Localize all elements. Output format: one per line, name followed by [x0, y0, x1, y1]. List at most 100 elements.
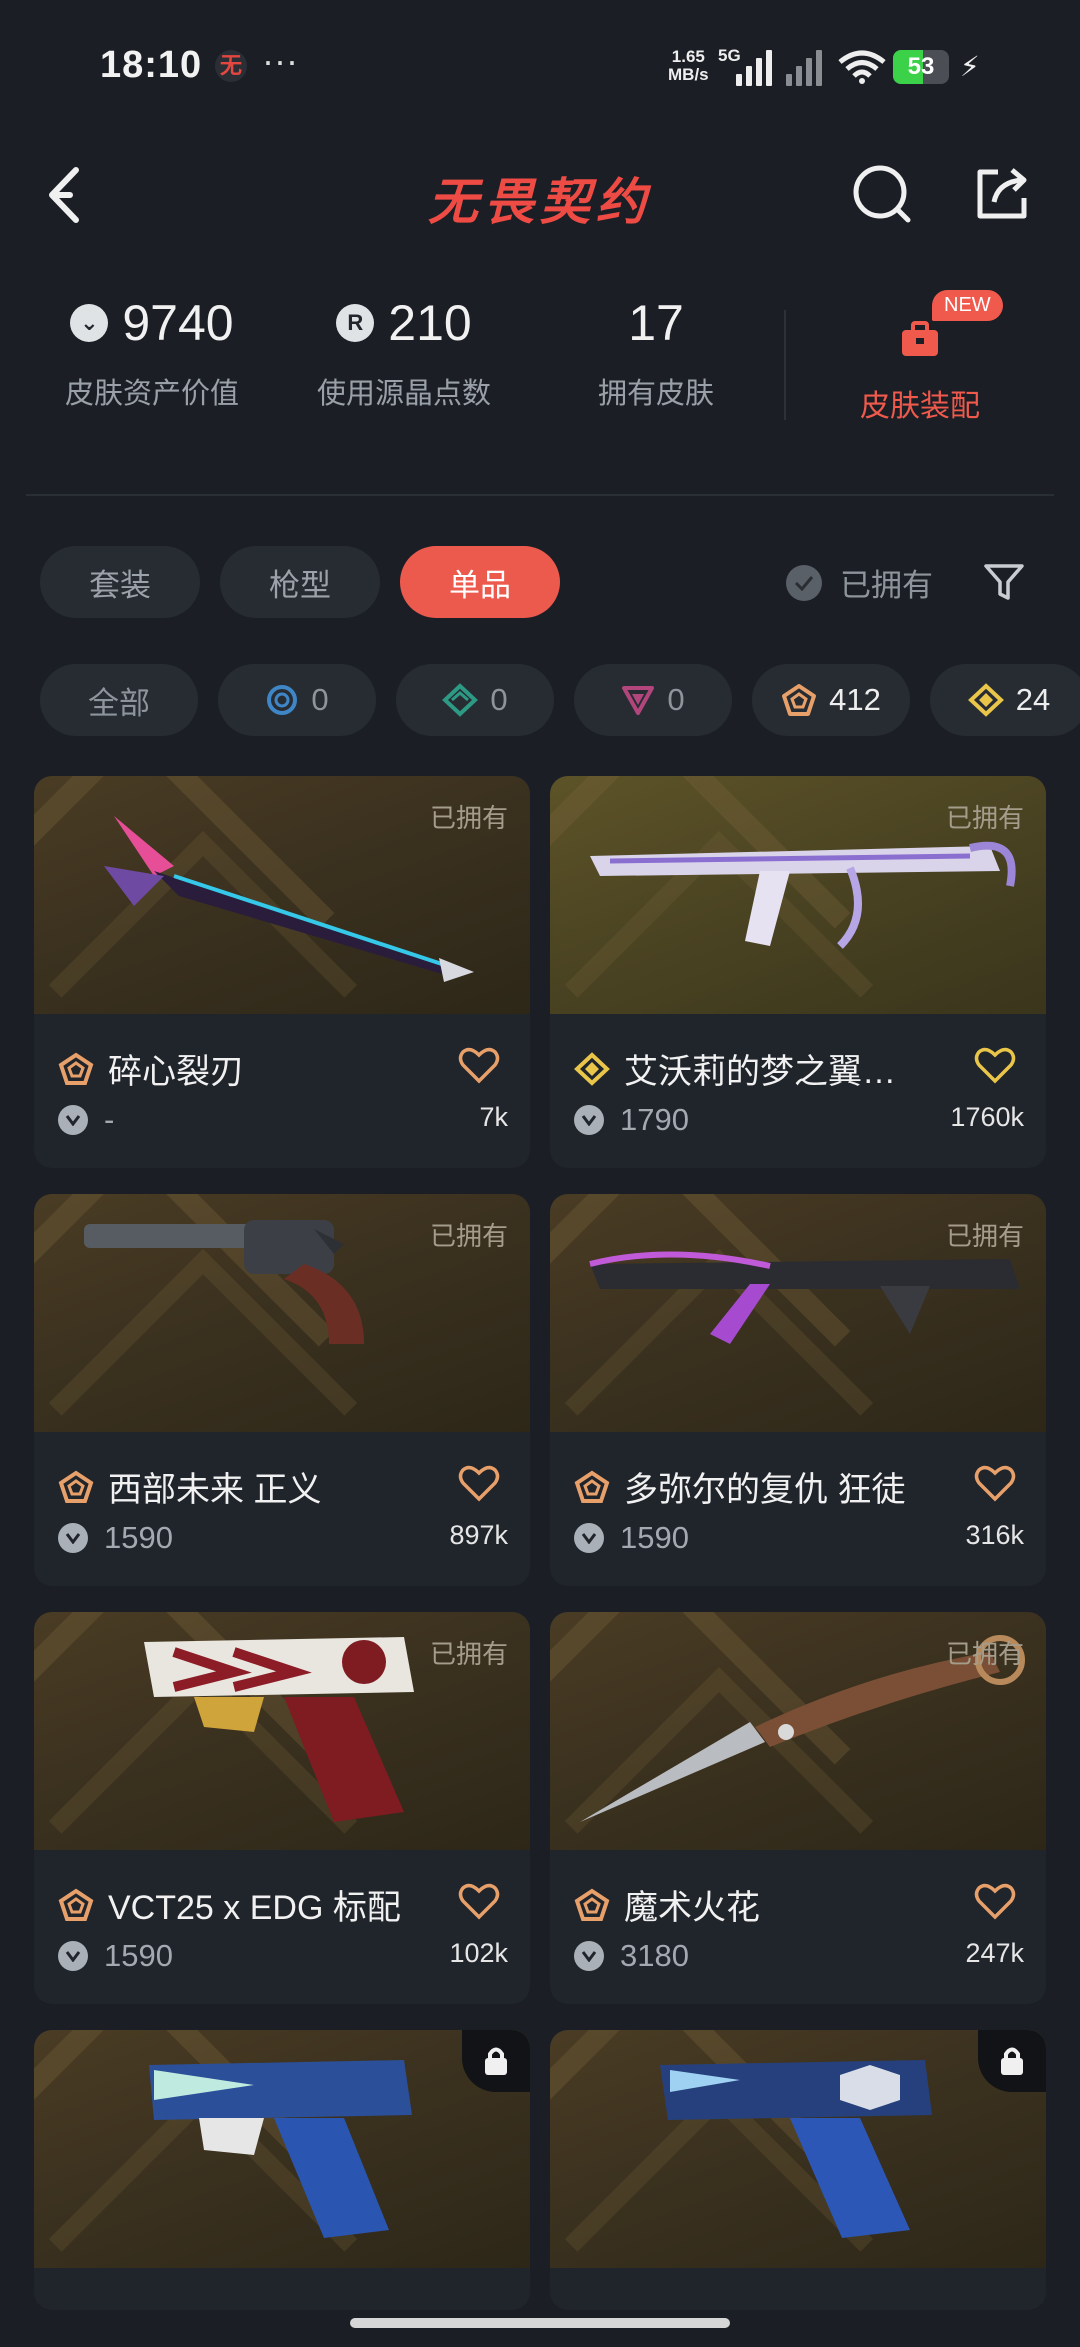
skin-image: 已拥有	[34, 1612, 530, 1850]
signal-2-icon	[786, 48, 822, 86]
vp-coin-icon	[574, 1105, 604, 1135]
ultra-tier-icon	[58, 1888, 94, 1921]
network-speed: 1.65 MB/s	[668, 47, 709, 84]
favorite-heart-icon[interactable]	[974, 1046, 1016, 1084]
charging-icon: ⚡	[960, 51, 980, 82]
status-time: 18:10	[100, 44, 203, 86]
skin-card[interactable]: 已拥有 多弥尔的复仇 狂徒 1590 316k	[550, 1194, 1046, 1586]
ultra-tier-icon	[574, 1470, 610, 1503]
search-icon[interactable]	[848, 160, 916, 228]
rarity-chip-premium[interactable]: 0	[574, 664, 732, 736]
skin-image	[550, 2030, 1046, 2268]
vp-coin-icon	[58, 1523, 88, 1553]
stat-owned-skins: 17 拥有皮肤	[597, 295, 714, 410]
skin-loadout-button[interactable]: NEW 皮肤装配	[810, 290, 1030, 425]
premium-tier-icon	[622, 686, 655, 715]
filter-icon[interactable]	[982, 560, 1026, 604]
skin-name: 碎心裂刃	[58, 1044, 478, 1093]
favorite-heart-icon[interactable]	[458, 1882, 500, 1920]
skin-likes: 316k	[965, 1520, 1024, 1550]
more-notifications-icon: ···	[262, 40, 298, 81]
section-divider	[26, 494, 1054, 496]
lock-icon	[462, 2030, 530, 2092]
deluxe-tier-icon	[442, 683, 479, 717]
skin-card[interactable]: 已拥有 碎心裂刃 - 7k	[34, 776, 530, 1168]
signal-icon	[736, 48, 772, 86]
app-header: 无畏契约	[0, 140, 1080, 250]
skin-card[interactable]: 已拥有 魔术火花 3180 247k	[550, 1612, 1046, 2004]
app-notification-icon: 无	[215, 50, 247, 82]
skin-name: 艾沃莉的梦之翼…	[574, 1044, 994, 1093]
stats-divider	[784, 310, 786, 420]
vp-coin-icon	[574, 1941, 604, 1971]
skin-price: 3180	[574, 1938, 689, 1974]
skin-likes: 7k	[479, 1102, 508, 1132]
tab-weapon-type[interactable]: 枪型	[220, 546, 380, 618]
blue-pistol-weapon-icon	[660, 2060, 932, 2238]
skin-price: 1790	[574, 1102, 689, 1138]
ultra-tier-icon	[782, 684, 817, 716]
new-badge: NEW	[932, 290, 1003, 321]
rarity-chip-all[interactable]: 全部	[40, 664, 198, 736]
category-tabs: 套装 枪型 单品	[40, 546, 560, 618]
loadout-bag-icon	[902, 321, 938, 356]
skin-name: VCT25 x EDG 标配	[58, 1880, 478, 1929]
skin-name: 魔术火花	[574, 1880, 994, 1929]
stat-asset-value: ⌄ 9740 皮肤资产价值	[64, 295, 239, 410]
favorite-heart-icon[interactable]	[458, 1464, 500, 1502]
vp-coin-icon	[58, 1941, 88, 1971]
rarity-chip-ultra[interactable]: 412	[752, 664, 910, 736]
skin-name: 多弥尔的复仇 狂徒	[574, 1462, 994, 1511]
skin-image: 已拥有	[550, 1612, 1046, 1850]
skin-card[interactable]: 已拥有 艾沃莉的梦之翼… 1790 1760k	[550, 776, 1046, 1168]
tab-bundles[interactable]: 套装	[40, 546, 200, 618]
lock-icon	[978, 2030, 1046, 2092]
favorite-heart-icon[interactable]	[458, 1046, 500, 1084]
skin-price: 1590	[58, 1938, 173, 1974]
wifi-icon	[838, 50, 886, 84]
exclusive-tier-icon	[574, 1051, 610, 1086]
skin-likes: 247k	[965, 1938, 1024, 1968]
skin-image: 已拥有	[34, 776, 530, 1014]
skin-card[interactable]: 已拥有 VCT25 x EDG 标配 1590 102k	[34, 1612, 530, 2004]
select-tier-icon	[267, 685, 298, 715]
check-circle-icon	[786, 564, 822, 601]
exclusive-tier-icon	[967, 683, 1004, 717]
skin-image: 已拥有	[550, 776, 1046, 1014]
page-title: 无畏契约	[428, 174, 652, 230]
owned-filter-toggle[interactable]: 已拥有	[786, 560, 933, 605]
tab-single-items[interactable]: 单品	[400, 546, 560, 618]
rarity-filter-row: 全部 0 0 0 412 24	[40, 664, 1080, 736]
rarity-chip-exclusive[interactable]: 24	[930, 664, 1080, 736]
skin-card[interactable]: 已拥有 西部未来 正义 1590 897k	[34, 1194, 530, 1586]
skin-name: 西部未来 正义	[58, 1462, 478, 1511]
skin-price: 1590	[574, 1520, 689, 1556]
rarity-chip-deluxe[interactable]: 0	[396, 664, 554, 736]
stat-radianite: R 210 使用源晶点数	[316, 295, 491, 410]
share-icon[interactable]	[968, 160, 1036, 228]
vp-coin-icon	[58, 1105, 88, 1135]
favorite-heart-icon[interactable]	[974, 1464, 1016, 1502]
skin-image: 已拥有	[550, 1194, 1046, 1432]
rarity-chip-select[interactable]: 0	[218, 664, 376, 736]
skin-card[interactable]	[34, 2030, 530, 2310]
favorite-heart-icon[interactable]	[974, 1882, 1016, 1920]
home-indicator[interactable]	[350, 2318, 730, 2328]
skin-image	[34, 2030, 530, 2268]
status-bar: 18:10 无 ··· 1.65 MB/s 5G 53 ⚡	[0, 0, 1080, 130]
skin-image: 已拥有	[34, 1194, 530, 1432]
battery-icon: 53	[893, 50, 949, 84]
ultra-tier-icon	[58, 1470, 94, 1503]
skin-likes: 102k	[449, 1938, 508, 1968]
skin-likes: 1760k	[950, 1102, 1024, 1132]
vp-coin-icon: ⌄	[70, 304, 109, 342]
ultra-tier-icon	[574, 1888, 610, 1921]
ultra-tier-icon	[58, 1052, 94, 1085]
skin-price: 1590	[58, 1520, 173, 1556]
blue-pistol-weapon-icon	[149, 2060, 412, 2238]
skin-card[interactable]	[550, 2030, 1046, 2310]
skin-likes: 897k	[449, 1520, 508, 1550]
vp-coin-icon	[574, 1523, 604, 1553]
skin-price: -	[58, 1102, 114, 1138]
radianite-icon: R	[336, 304, 375, 342]
